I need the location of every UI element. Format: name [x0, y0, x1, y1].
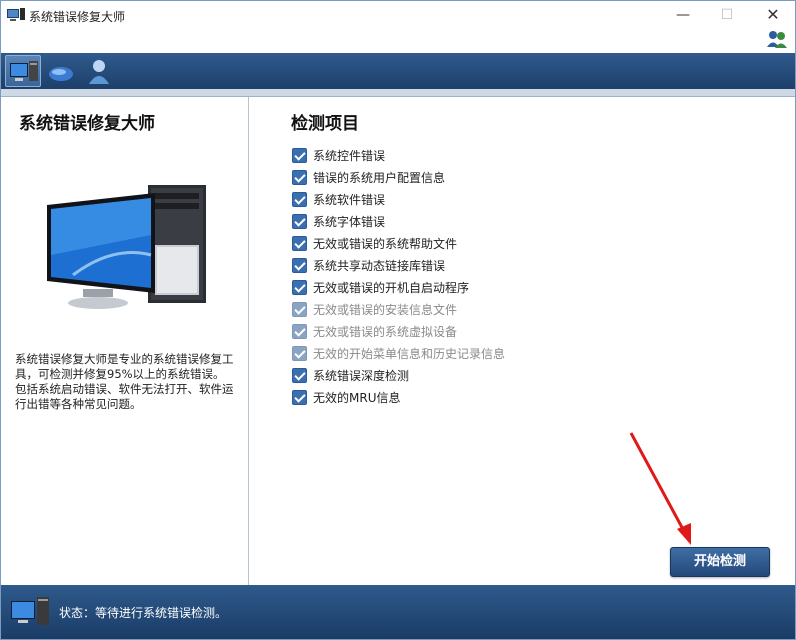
detection-panel: 检测项目 系统控件错误 错误的系统用户配置信息 系统软件错误 系统字体错误 无效… — [250, 97, 795, 585]
detection-item[interactable]: 无效或错误的系统帮助文件 — [292, 232, 505, 254]
checkbox[interactable] — [292, 323, 307, 339]
detection-item[interactable]: 系统控件错误 — [292, 144, 505, 166]
detection-item-label: 无效的开始菜单信息和历史记录信息 — [313, 346, 506, 361]
toolbar-mouse-tool[interactable] — [43, 55, 79, 87]
help-users-icon[interactable] — [765, 29, 789, 49]
checkbox[interactable] — [292, 213, 307, 229]
detection-item-label: 无效或错误的系统虚拟设备 — [313, 324, 458, 339]
toolbar-divider — [1, 89, 795, 97]
detection-item-label: 无效或错误的开机自启动程序 — [313, 280, 470, 295]
checkbox[interactable] — [292, 235, 307, 251]
detection-item[interactable]: 错误的系统用户配置信息 — [292, 166, 505, 188]
computer-status-icon — [11, 597, 49, 625]
detection-item[interactable]: 无效的开始菜单信息和历史记录信息 — [292, 342, 505, 364]
toolbar — [1, 53, 795, 89]
checkbox[interactable] — [292, 147, 307, 163]
toolbar-computer-tool[interactable] — [5, 55, 41, 87]
user-icon — [89, 60, 109, 84]
title-bar[interactable]: 系统错误修复大师 — ☐ ✕ — [1, 1, 795, 31]
monitor-icon — [10, 61, 38, 81]
status-value: 等待进行系统错误检测。 — [95, 606, 228, 620]
detection-item-label: 系统共享动态链接库错误 — [313, 258, 446, 273]
mouse-icon — [49, 67, 73, 81]
checkbox[interactable] — [292, 301, 307, 317]
detection-item[interactable]: 无效的MRU信息 — [292, 386, 505, 408]
maximize-button[interactable]: ☐ — [713, 5, 741, 25]
detection-title: 检测项目 — [291, 114, 359, 134]
info-panel: 系统错误修复大师 系统错误修复大师是专业的系统错误修复工具，可检测并修复95%以… — [1, 97, 249, 585]
detection-item[interactable]: 系统错误深度检测 — [292, 364, 505, 386]
checkbox[interactable] — [292, 279, 307, 295]
desktop-computer-icon — [47, 185, 206, 309]
red-arrow-annotation — [629, 432, 691, 545]
detection-item-label: 系统错误深度检测 — [313, 368, 410, 383]
detection-item-label: 系统软件错误 — [313, 192, 386, 207]
minimize-button[interactable]: — — [669, 5, 697, 25]
checkbox[interactable] — [292, 257, 307, 273]
checkbox[interactable] — [292, 367, 307, 383]
detection-item[interactable]: 无效或错误的系统虚拟设备 — [292, 320, 505, 342]
detection-item-label: 无效的MRU信息 — [313, 390, 401, 405]
detection-item-label: 无效或错误的安装信息文件 — [313, 302, 458, 317]
checkbox[interactable] — [292, 191, 307, 207]
detection-item[interactable]: 系统软件错误 — [292, 188, 505, 210]
description-line-1: 系统错误修复大师是专业的系统错误修复工具，可检测并修复95%以上的系统错误。 — [15, 352, 234, 381]
status-message: 状态：等待进行系统错误检测。 — [59, 604, 227, 621]
window-title: 系统错误修复大师 — [29, 10, 126, 24]
description-line-2: 包括系统启动错误、软件无法打开、软件运行出错等各种常见问题。 — [15, 382, 234, 411]
info-title: 系统错误修复大师 — [19, 114, 155, 134]
info-description: 系统错误修复大师是专业的系统错误修复工具，可检测并修复95%以上的系统错误。 包… — [15, 352, 243, 412]
detection-item[interactable]: 无效或错误的开机自启动程序 — [292, 276, 505, 298]
detection-item[interactable]: 系统共享动态链接库错误 — [292, 254, 505, 276]
start-detection-button[interactable]: 开始检测 — [670, 547, 770, 577]
status-label: 状态： — [59, 606, 96, 620]
detection-item[interactable]: 系统字体错误 — [292, 210, 505, 232]
detection-item-label: 无效或错误的系统帮助文件 — [313, 236, 458, 251]
detection-item-label: 系统控件错误 — [313, 148, 386, 163]
close-button[interactable]: ✕ — [759, 5, 787, 25]
detection-item-label: 系统字体错误 — [313, 214, 386, 229]
toolbar-user-tool[interactable] — [81, 55, 117, 87]
detection-item-list: 系统控件错误 错误的系统用户配置信息 系统软件错误 系统字体错误 无效或错误的系… — [292, 144, 505, 408]
checkbox[interactable] — [292, 169, 307, 185]
detection-item-label: 错误的系统用户配置信息 — [313, 170, 446, 185]
detection-item[interactable]: 无效或错误的安装信息文件 — [292, 298, 505, 320]
app-window: 系统错误修复大师 — ☐ ✕ 系统错误修复大师 系统错误修复大师是专业的系统错误… — [0, 0, 796, 640]
checkbox[interactable] — [292, 345, 307, 361]
checkbox[interactable] — [292, 389, 307, 405]
status-bar: 状态：等待进行系统错误检测。 — [1, 585, 795, 639]
app-monitor-icon — [7, 8, 25, 21]
